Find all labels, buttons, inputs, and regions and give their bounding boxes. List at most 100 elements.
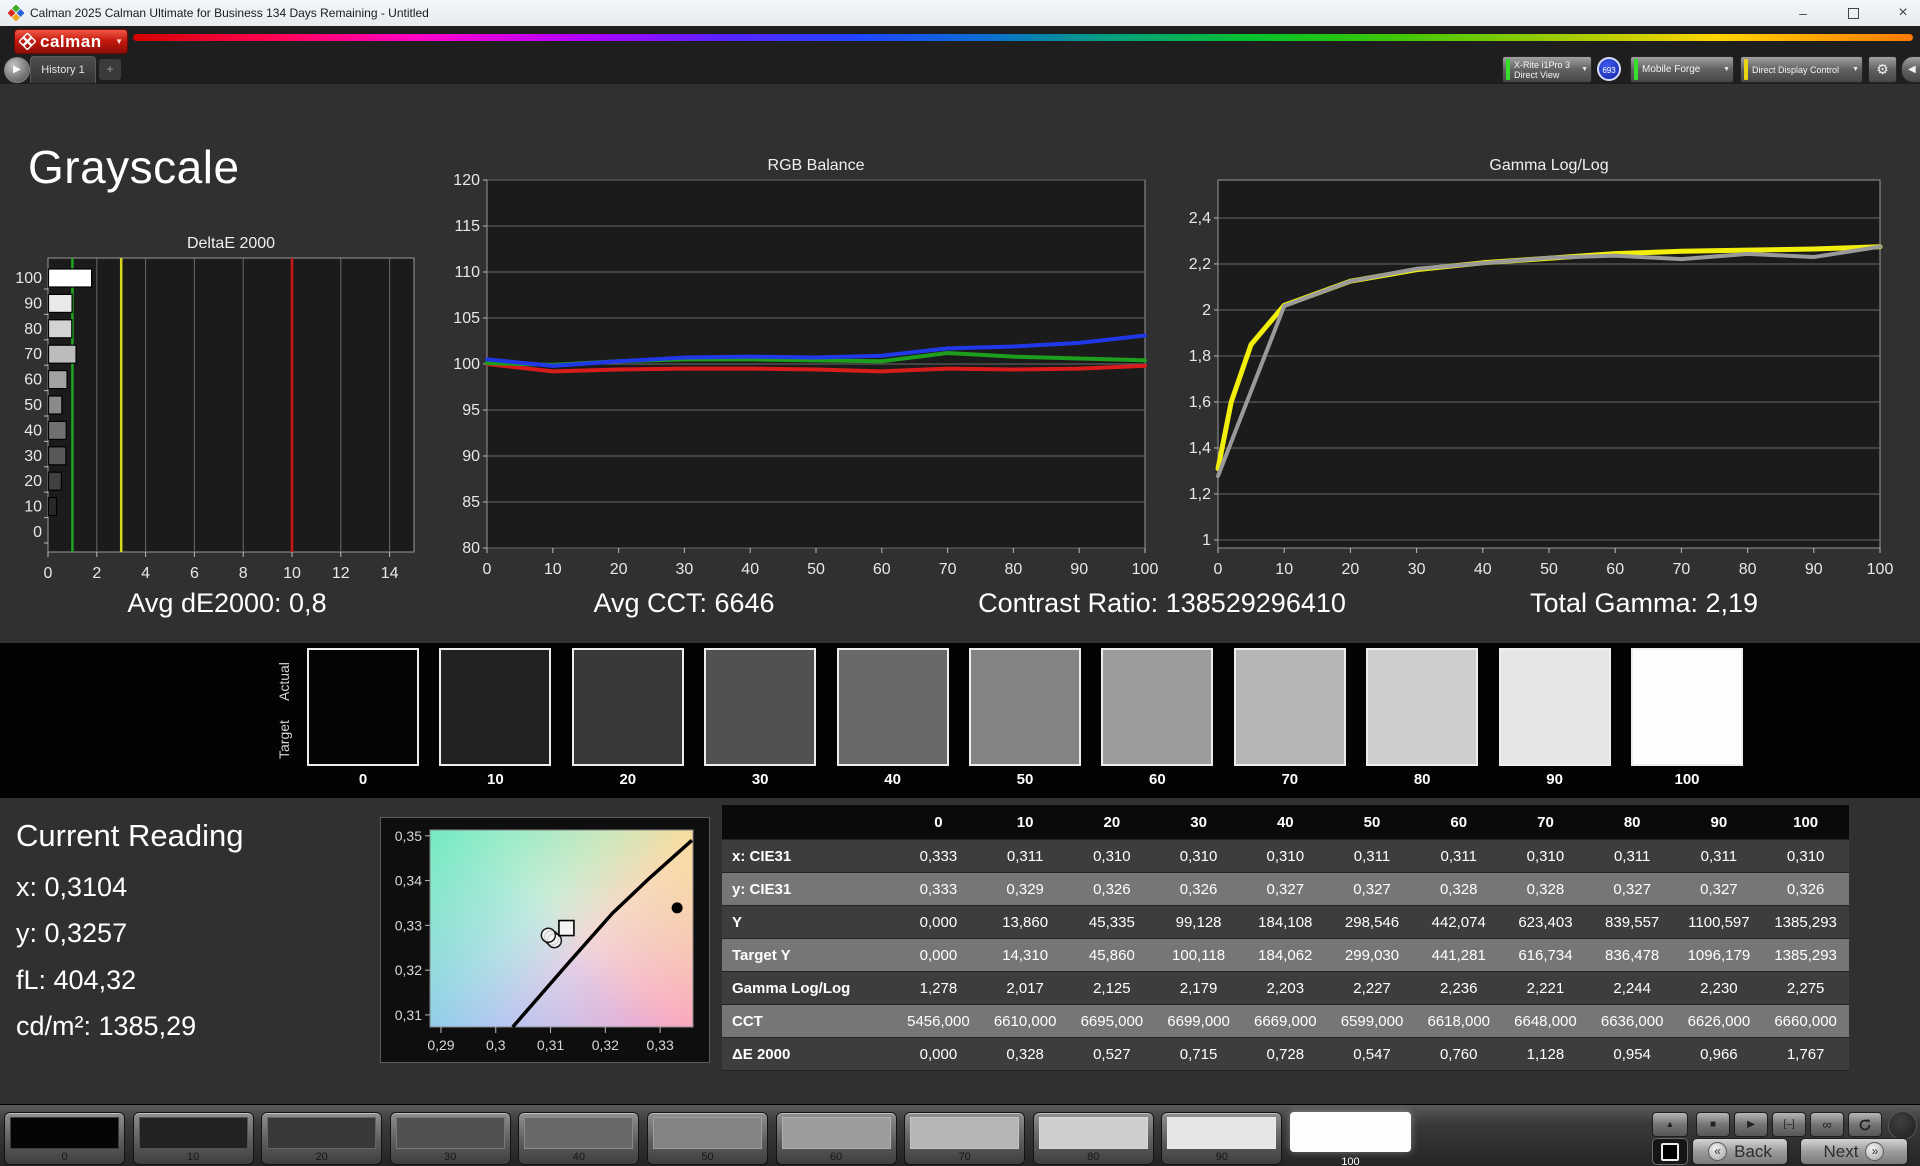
svg-text:60: 60 <box>1606 561 1624 578</box>
app-icon <box>8 5 24 21</box>
level-swatch <box>267 1117 376 1149</box>
deltae-bar-chart: 024681012141009080706050403020100 <box>2 252 438 588</box>
meter-count-badge: 693 <box>1597 57 1621 81</box>
chevron-left-icon: ◀ <box>1908 64 1916 75</box>
minimize-button[interactable]: – <box>1786 0 1820 26</box>
svg-text:0,32: 0,32 <box>395 962 422 978</box>
svg-text:95: 95 <box>462 402 480 419</box>
layout-nav-button[interactable]: ▶ <box>4 57 30 83</box>
patch-label: 80 <box>1366 771 1478 788</box>
maximize-button[interactable] <box>1836 0 1870 26</box>
grayscale-measurement-table: 0102030405060708090100x: CIE310,3330,311… <box>722 805 1849 1071</box>
add-tab-button[interactable]: + <box>99 59 121 80</box>
grayscale-patch-60 <box>1101 648 1213 766</box>
expand-toolbar-button[interactable]: ▲ <box>1652 1112 1688 1137</box>
stop-button[interactable]: ■ <box>1696 1112 1730 1137</box>
level-button-100[interactable]: 100 <box>1290 1112 1411 1165</box>
svg-text:85: 85 <box>462 494 480 511</box>
continuous-button[interactable]: ∞ <box>1810 1112 1844 1137</box>
level-button-10[interactable]: 10 <box>133 1112 254 1165</box>
chevron-down-icon: ▼ <box>1578 66 1588 73</box>
reading-x: x: 0,3104 <box>16 872 127 903</box>
next-button[interactable]: Next » <box>1800 1138 1908 1165</box>
range-button[interactable]: [–] <box>1772 1112 1806 1137</box>
next-arrow-icon: » <box>1865 1142 1884 1161</box>
svg-text:1,2: 1,2 <box>1189 486 1211 503</box>
level-button-label: 30 <box>391 1151 510 1163</box>
column-header: 20 <box>1069 805 1156 840</box>
level-button-40[interactable]: 40 <box>518 1112 639 1165</box>
svg-text:50: 50 <box>1540 561 1558 578</box>
level-button-60[interactable]: 60 <box>776 1112 897 1165</box>
svg-text:110: 110 <box>454 264 480 281</box>
play-button[interactable]: ▶ <box>1734 1112 1768 1137</box>
svg-text:100: 100 <box>1867 561 1894 578</box>
level-button-80[interactable]: 80 <box>1033 1112 1154 1165</box>
settings-button[interactable]: ⚙ <box>1868 56 1897 83</box>
svg-text:100: 100 <box>15 270 42 287</box>
svg-text:70: 70 <box>24 346 42 363</box>
level-button-30[interactable]: 30 <box>390 1112 511 1165</box>
svg-text:90: 90 <box>24 295 42 312</box>
display-status-indicator <box>1744 59 1748 80</box>
patch-label: 0 <box>307 771 419 788</box>
back-button[interactable]: « Back <box>1692 1138 1788 1165</box>
source-status-indicator <box>1634 59 1638 80</box>
level-swatch <box>1039 1117 1148 1149</box>
collapse-panel-button[interactable]: ◀ <box>1901 56 1920 83</box>
svg-text:0: 0 <box>483 561 492 578</box>
svg-text:0,3: 0,3 <box>486 1037 506 1053</box>
svg-text:1,4: 1,4 <box>1189 440 1211 457</box>
level-button-70[interactable]: 70 <box>904 1112 1025 1165</box>
patch-strip: Actual Target 0102030405060708090100 <box>0 643 1920 798</box>
svg-text:10: 10 <box>544 561 562 578</box>
svg-text:0,29: 0,29 <box>427 1037 454 1053</box>
meter-select-button[interactable]: X-Rite i1Pro 3Direct View ▼ <box>1502 56 1592 83</box>
display-control-button[interactable]: Direct Display Control ▼ <box>1740 56 1863 83</box>
close-button[interactable]: × <box>1886 0 1920 26</box>
level-button-label: 70 <box>905 1151 1024 1163</box>
level-swatch <box>910 1117 1019 1149</box>
patch-label: 90 <box>1499 771 1611 788</box>
svg-text:90: 90 <box>462 448 480 465</box>
svg-text:105: 105 <box>453 310 480 327</box>
svg-text:2,2: 2,2 <box>1189 256 1211 273</box>
source-select-button[interactable]: Mobile Forge ▼ <box>1630 56 1734 83</box>
infinity-icon: ∞ <box>1822 1117 1831 1132</box>
reading-cdm2: cd/m²: 1385,29 <box>16 1011 196 1042</box>
level-button-50[interactable]: 50 <box>647 1112 768 1165</box>
svg-text:0,33: 0,33 <box>647 1037 674 1053</box>
svg-text:80: 80 <box>462 540 480 557</box>
cie-scatter-chart: 0,290,30,310,320,330,350,340,330,320,31 <box>381 818 711 1064</box>
calman-menu-button[interactable]: calman ▼ <box>14 29 128 54</box>
grayscale-patch-80 <box>1366 648 1478 766</box>
svg-text:1: 1 <box>1202 532 1211 549</box>
level-swatch <box>139 1117 248 1149</box>
svg-text:0: 0 <box>33 524 42 541</box>
pattern-window-button[interactable] <box>1652 1138 1688 1165</box>
svg-text:10: 10 <box>283 565 301 582</box>
svg-text:40: 40 <box>24 422 42 439</box>
refresh-button[interactable] <box>1848 1112 1882 1137</box>
level-button-0[interactable]: 0 <box>4 1112 125 1165</box>
svg-text:0,31: 0,31 <box>395 1007 422 1023</box>
level-button-20[interactable]: 20 <box>261 1112 382 1165</box>
svg-text:100: 100 <box>1132 561 1159 578</box>
meter-position-indicator <box>1888 1111 1917 1140</box>
patch-label: 20 <box>572 771 684 788</box>
reading-y: y: 0,3257 <box>16 918 127 949</box>
level-swatch <box>782 1117 891 1149</box>
svg-text:0,35: 0,35 <box>395 828 422 844</box>
tab-history-1[interactable]: History 1 <box>30 56 96 83</box>
range-icon: [–] <box>1783 1119 1794 1130</box>
svg-text:40: 40 <box>1474 561 1492 578</box>
level-button-90[interactable]: 90 <box>1161 1112 1282 1165</box>
table-row: y: CIE310,3330,3290,3260,3260,3270,3270,… <box>722 873 1849 906</box>
level-button-label: 50 <box>648 1151 767 1163</box>
svg-text:20: 20 <box>24 473 42 490</box>
svg-text:50: 50 <box>24 397 42 414</box>
svg-text:12: 12 <box>332 565 350 582</box>
svg-text:100: 100 <box>453 356 480 373</box>
target-row-label: Target <box>276 710 296 770</box>
pattern-window-icon <box>1661 1143 1679 1161</box>
